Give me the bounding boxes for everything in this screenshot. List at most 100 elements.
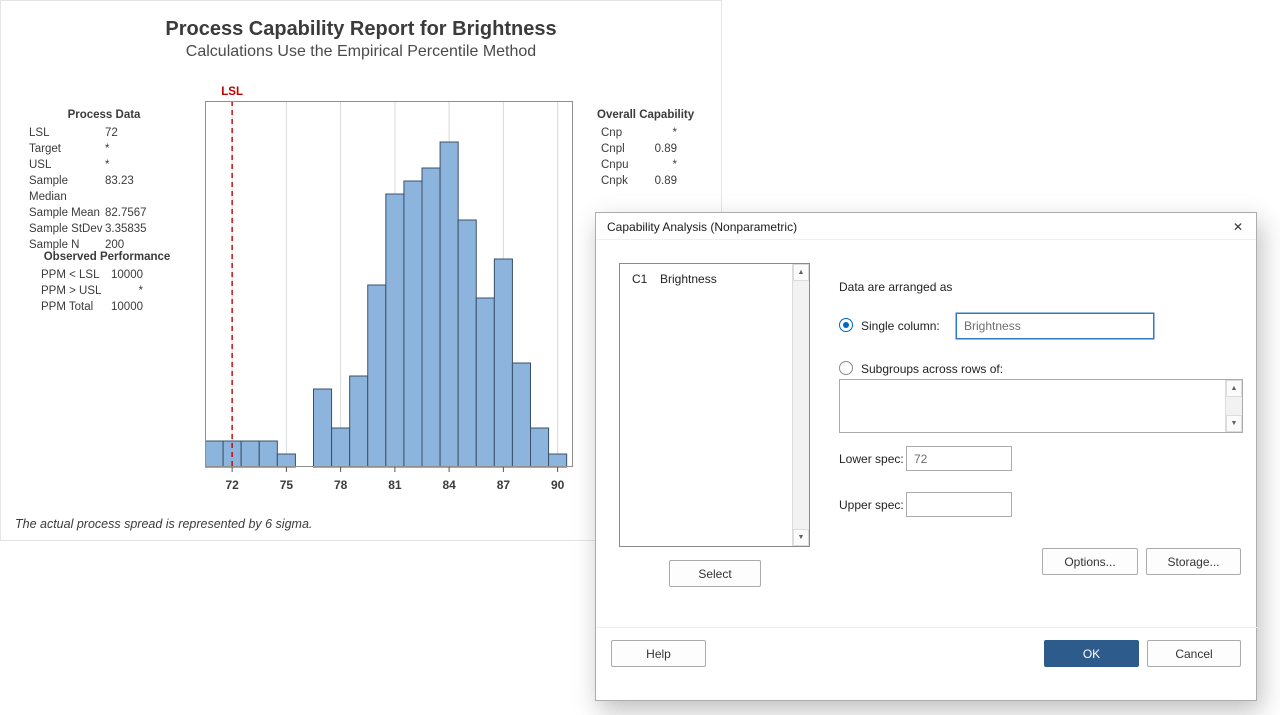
scroll-down-icon[interactable]: ▼ xyxy=(1226,415,1242,432)
storage-button[interactable]: Storage... xyxy=(1146,548,1241,575)
x-axis-tick-label: 90 xyxy=(551,478,564,492)
stat-label: Cnpu xyxy=(601,157,635,173)
scroll-up-icon[interactable]: ▲ xyxy=(793,264,809,281)
histogram-plot: LSL xyxy=(205,101,573,473)
stat-label: Cnp xyxy=(601,125,635,141)
stat-value: * xyxy=(105,283,143,299)
stat-label: PPM Total xyxy=(41,299,105,315)
overall-capability-row: Cnpu * xyxy=(597,157,697,173)
stat-label: LSL xyxy=(29,125,105,141)
histogram-bar xyxy=(549,454,567,467)
histogram-bar xyxy=(458,220,476,467)
arranged-as-label: Data are arranged as xyxy=(839,280,952,294)
histogram-bar xyxy=(531,428,549,467)
observed-performance-row: PPM < LSL 10000 xyxy=(41,267,191,283)
stat-value: 0.89 xyxy=(635,141,677,157)
desktop: Process Capability Report for Brightness… xyxy=(0,0,1280,715)
lower-spec-input[interactable] xyxy=(906,446,1012,471)
stat-value: 0.89 xyxy=(635,173,677,189)
process-data-panel: Process Data LSL 72 Target * USL * Sampl… xyxy=(29,107,194,253)
stat-value: 83.23 xyxy=(105,173,134,205)
x-axis-tick-label: 84 xyxy=(442,478,455,492)
histogram-bar xyxy=(494,259,512,467)
subgroups-textarea[interactable]: ▲ ▼ xyxy=(839,379,1243,433)
select-button[interactable]: Select xyxy=(669,560,761,587)
stat-value: * xyxy=(105,141,109,157)
process-data-title: Process Data xyxy=(29,107,179,123)
stat-value: * xyxy=(635,125,677,141)
stat-value: 10000 xyxy=(105,267,143,283)
histogram-bar xyxy=(476,298,494,467)
report-footnote: The actual process spread is represented… xyxy=(15,517,312,531)
process-data-row: Sample StDev 3.35835 xyxy=(29,221,194,237)
capability-analysis-dialog: Capability Analysis (Nonparametric) ✕ C1… xyxy=(595,212,1257,701)
subgroups-scrollbar[interactable]: ▲ ▼ xyxy=(1225,380,1242,432)
histogram-bar xyxy=(259,441,277,467)
stat-value: * xyxy=(105,157,109,173)
histogram-bar xyxy=(440,142,458,467)
overall-capability-row: Cnpl 0.89 xyxy=(597,141,697,157)
dialog-titlebar[interactable]: Capability Analysis (Nonparametric) ✕ xyxy=(596,213,1256,240)
histogram-bar xyxy=(332,428,350,467)
listbox-scrollbar[interactable]: ▲ ▼ xyxy=(792,264,809,546)
single-column-input[interactable] xyxy=(956,313,1154,339)
stat-label: USL xyxy=(29,157,105,173)
process-data-row: Target * xyxy=(29,141,194,157)
process-data-row: Sample Median 83.23 xyxy=(29,173,194,205)
subgroups-radio-label[interactable]: Subgroups across rows of: xyxy=(861,362,1003,376)
stat-value: 10000 xyxy=(105,299,143,315)
observed-performance-title: Observed Performance xyxy=(41,249,173,265)
histogram-bar xyxy=(241,441,259,467)
scroll-up-icon[interactable]: ▲ xyxy=(1226,380,1242,397)
column-id: C1 xyxy=(632,272,660,286)
histogram-bar xyxy=(512,363,530,467)
dialog-separator xyxy=(596,627,1258,628)
overall-capability-row: Cnpk 0.89 xyxy=(597,173,697,189)
ok-button[interactable]: OK xyxy=(1044,640,1139,667)
stat-value: * xyxy=(635,157,677,173)
histogram-bar xyxy=(368,285,386,467)
x-axis-tick-label: 72 xyxy=(225,478,238,492)
histogram-svg xyxy=(205,101,573,473)
overall-capability-row: Cnp * xyxy=(597,125,697,141)
stat-label: Sample Mean xyxy=(29,205,105,221)
stat-label: Sample Median xyxy=(29,173,105,205)
subgroups-radio[interactable] xyxy=(839,361,853,375)
stat-label: Cnpk xyxy=(601,173,635,189)
list-item[interactable]: C1 Brightness xyxy=(620,272,791,286)
stat-label: Cnpl xyxy=(601,141,635,157)
process-data-row: LSL 72 xyxy=(29,125,194,141)
report-title: Process Capability Report for Brightness xyxy=(1,18,721,41)
stat-label: PPM > USL xyxy=(41,283,105,299)
stat-label: PPM < LSL xyxy=(41,267,105,283)
column-name: Brightness xyxy=(660,272,717,286)
upper-spec-input[interactable] xyxy=(906,492,1012,517)
histogram-bar xyxy=(205,441,223,467)
lsl-line-label: LSL xyxy=(221,86,243,98)
x-axis-tick-label: 78 xyxy=(334,478,347,492)
x-axis-tick-label: 75 xyxy=(280,478,293,492)
single-column-radio[interactable] xyxy=(839,318,853,332)
process-data-row: USL * xyxy=(29,157,194,173)
column-listbox[interactable]: C1 Brightness ▲ ▼ xyxy=(619,263,810,547)
observed-performance-row: PPM Total 10000 xyxy=(41,299,191,315)
help-button[interactable]: Help xyxy=(611,640,706,667)
overall-capability-title: Overall Capability xyxy=(597,107,697,123)
stat-value: 72 xyxy=(105,125,118,141)
histogram-bar xyxy=(350,376,368,467)
x-axis-tick-labels: 72757881848790 xyxy=(205,478,573,492)
x-axis-tick-label: 87 xyxy=(497,478,510,492)
scroll-down-icon[interactable]: ▼ xyxy=(793,529,809,546)
histogram-bar xyxy=(422,168,440,467)
dialog-title: Capability Analysis (Nonparametric) xyxy=(607,220,797,234)
options-button[interactable]: Options... xyxy=(1042,548,1138,575)
upper-spec-label: Upper spec: xyxy=(839,498,904,512)
observed-performance-panel: Observed Performance PPM < LSL 10000 PPM… xyxy=(41,249,191,315)
close-icon[interactable]: ✕ xyxy=(1226,217,1250,237)
single-column-radio-label[interactable]: Single column: xyxy=(861,319,940,333)
histogram-bar xyxy=(386,194,404,467)
histogram-bar xyxy=(314,389,332,467)
histogram-bar xyxy=(277,454,295,467)
cancel-button[interactable]: Cancel xyxy=(1147,640,1241,667)
stat-label: Sample StDev xyxy=(29,221,105,237)
